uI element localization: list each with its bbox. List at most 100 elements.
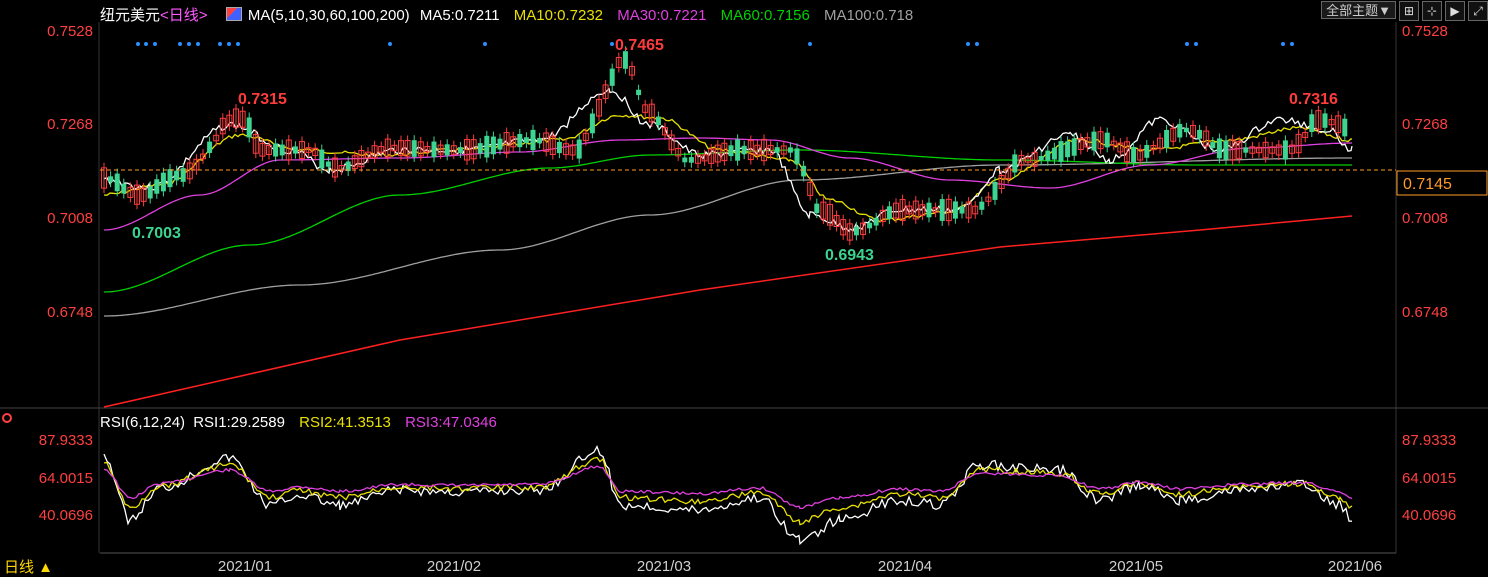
candle-body (735, 139, 741, 161)
candle-body (108, 176, 114, 183)
annotation-high-2: 0.7465 (615, 37, 664, 54)
annotation-high-3: 0.7316 (1289, 91, 1338, 108)
rsi-label-right: 87.9333 (1402, 432, 1456, 449)
candle-body (655, 116, 661, 126)
ma60-line (103, 149, 1352, 293)
signal-dot (610, 42, 614, 46)
candle-body (411, 140, 417, 157)
candle-body (207, 141, 213, 153)
candle-body (147, 186, 153, 199)
chart-canvas[interactable]: 0.7528 0.7268 0.7008 0.6748 0.7528 0.726… (0, 0, 1488, 577)
candle-body (794, 148, 800, 165)
candle-body (431, 141, 437, 158)
candle-body (325, 161, 331, 167)
rsi3-value: RSI3:47.0346 (405, 414, 497, 431)
period-selector[interactable]: 日线 ▲ (4, 556, 53, 577)
rsi-label-left: 64.0015 (39, 470, 93, 487)
candle-body (576, 139, 582, 159)
price-label-left: 0.7528 (47, 23, 93, 40)
rsi1-line (103, 445, 1353, 546)
candle-body (688, 157, 694, 163)
candle-body (517, 133, 523, 148)
candle-body (160, 172, 166, 192)
signal-dot (1185, 42, 1189, 46)
candle-body (1282, 140, 1288, 160)
x-tick-label: 2021/04 (878, 558, 932, 575)
price-label-right: 0.7008 (1402, 210, 1448, 227)
x-tick-label: 2021/02 (427, 558, 481, 575)
candle-body (444, 144, 450, 156)
candle-body (319, 149, 325, 169)
candle-body (490, 136, 496, 155)
candle-body (1038, 156, 1044, 161)
signal-dots (136, 42, 1294, 46)
candle-body (1144, 144, 1150, 158)
crosshair-icon[interactable]: ⊹ (1422, 1, 1442, 21)
price-label-right: 0.6748 (1402, 304, 1448, 321)
grid-lines (98, 22, 1397, 553)
signal-dot (196, 42, 200, 46)
candle-body (741, 145, 747, 155)
signal-dot (966, 42, 970, 46)
rsi-label-left: 87.9333 (39, 432, 93, 449)
candle-body (556, 141, 562, 154)
grid-icon[interactable]: ⊞ (1399, 1, 1419, 21)
x-tick-label: 2021/03 (637, 558, 691, 575)
rsi1-value: RSI1:29.2589 (193, 414, 285, 431)
candle-body (530, 129, 536, 151)
candle-body (246, 117, 252, 138)
candle-body (873, 217, 879, 226)
play-icon[interactable]: ▶ (1445, 1, 1465, 21)
price-label-right: 0.7528 (1402, 23, 1448, 40)
signal-dot (1194, 42, 1198, 46)
signal-dot (136, 42, 140, 46)
ma-legend-icon[interactable] (225, 7, 242, 21)
candle-body (979, 201, 985, 210)
candle-body (523, 137, 529, 143)
candle-body (728, 145, 734, 157)
rsi-legend: RSI(6,12,24) RSI1:29.2589 RSI2:41.3513 R… (100, 414, 507, 431)
price-label-left: 0.7008 (47, 210, 93, 227)
candle-body (1183, 127, 1189, 133)
signal-dot (227, 42, 231, 46)
candle-body (1065, 141, 1071, 158)
candle-body (121, 183, 127, 194)
price-label-left: 0.6748 (47, 304, 93, 321)
rsi3-line (103, 465, 1353, 510)
x-tick-label: 2021/06 (1328, 558, 1382, 575)
candle-body (1342, 118, 1348, 137)
candle-body (167, 169, 173, 188)
candle-body (457, 147, 463, 153)
candle-body (292, 146, 298, 154)
x-axis: 2021/01 2021/02 2021/03 2021/04 2021/05 … (218, 558, 1382, 575)
candle-body (477, 143, 483, 154)
theme-dropdown[interactable]: 全部主题▼ (1321, 1, 1396, 19)
annotation-low-2: 0.6943 (825, 247, 874, 264)
candle-body (1197, 129, 1203, 139)
expand-icon[interactable]: ⤢ (1468, 1, 1488, 21)
rsi-settings-icon[interactable] (2, 413, 12, 423)
rsi-title: RSI(6,12,24) (100, 414, 186, 431)
candle-body (279, 144, 285, 156)
candle-body (1071, 138, 1077, 156)
rsi2-value: RSI2:41.3513 (299, 414, 391, 431)
ma100-line (104, 157, 1352, 317)
candle-body (154, 179, 160, 194)
annotation-low-1: 0.7003 (132, 225, 181, 242)
ma60-value: MA60:0.7156 (720, 7, 810, 24)
candle-body (926, 202, 932, 218)
candle-body (787, 147, 793, 153)
annotation-high-1: 0.7315 (238, 91, 287, 108)
price-label-right: 0.7268 (1402, 116, 1448, 133)
rsi-label-left: 40.0696 (39, 507, 93, 524)
signal-dot (1290, 42, 1294, 46)
signal-dot (153, 42, 157, 46)
rsi-label-right: 64.0015 (1402, 470, 1456, 487)
candle-body (867, 222, 873, 229)
candle-body (497, 138, 503, 150)
ma100-value: MA100:0.718 (824, 7, 914, 24)
candle-body (992, 181, 998, 200)
candle-body (609, 68, 615, 86)
candle-body (1210, 142, 1216, 149)
candle-body (814, 203, 820, 214)
